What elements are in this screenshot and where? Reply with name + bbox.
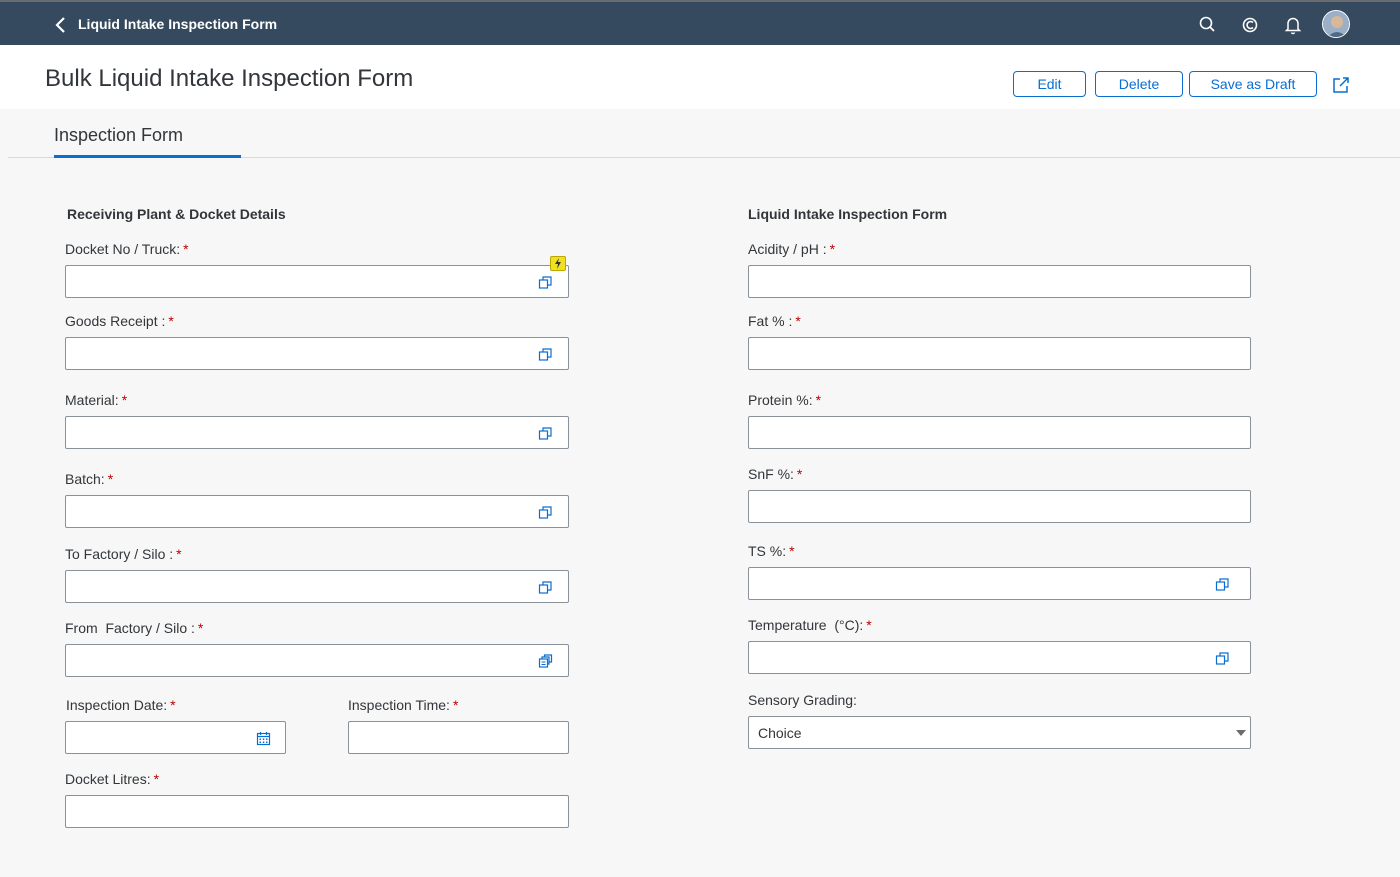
acidity-input[interactable] [748, 265, 1251, 298]
required-marker: * [153, 771, 160, 787]
inspection-time-label: Inspection Time: * [348, 697, 458, 713]
docket-litres-label-text: Docket Litres: [65, 771, 151, 787]
sensory-grading-value: Choice [758, 725, 802, 741]
value-help-icon[interactable] [538, 426, 553, 441]
tab-selected-indicator [54, 155, 241, 158]
fat-input[interactable] [748, 337, 1251, 370]
snf-label-text: SnF %: [748, 466, 794, 482]
bell-icon[interactable] [1283, 14, 1303, 36]
fat-label-text: Fat % : [748, 313, 793, 329]
value-help-icon[interactable] [1215, 577, 1230, 592]
required-marker: * [168, 313, 174, 329]
required-marker: * [815, 392, 822, 408]
required-marker: * [170, 697, 176, 713]
required-marker: * [795, 313, 801, 329]
back-icon[interactable] [52, 14, 70, 36]
docket-no-label: Docket No / Truck: * [65, 241, 189, 257]
required-marker: * [197, 620, 204, 636]
required-marker: * [789, 543, 795, 559]
inspection-date-label: Inspection Date: * [66, 697, 176, 713]
snf-label: SnF %: * [748, 466, 802, 482]
from-factory-label: From Factory / Silo : * [65, 620, 203, 636]
required-marker: * [866, 617, 872, 633]
batch-label-text: Batch: [65, 471, 105, 487]
acidity-label-text: Acidity / pH : [748, 241, 827, 257]
chevron-down-icon[interactable] [1236, 730, 1246, 736]
copilot-icon[interactable] [1240, 14, 1260, 36]
sensory-grading-label: Sensory Grading: [748, 692, 857, 708]
section-title-liquid-intake: Liquid Intake Inspection Form [748, 206, 948, 222]
inspection-date-label-text: Inspection Date: [66, 697, 168, 713]
required-marker: * [176, 546, 182, 562]
ts-label: TS %: * [748, 543, 795, 559]
value-help-icon[interactable] [1215, 651, 1230, 666]
page-title: Bulk Liquid Intake Inspection Form [45, 65, 414, 92]
required-marker: * [121, 392, 128, 408]
protein-input[interactable] [748, 416, 1251, 449]
temperature-label: Temperature (°C): * [748, 617, 872, 633]
to-factory-input[interactable] [65, 570, 569, 603]
docket-litres-label: Docket Litres: * [65, 771, 159, 787]
ts-label-text: TS %: [748, 543, 787, 559]
user-avatar-image [1323, 11, 1349, 37]
ts-input[interactable] [748, 567, 1251, 600]
protein-label: Protein %: * [748, 392, 821, 408]
tab-bar: Inspection Form [0, 109, 1400, 158]
share-icon[interactable] [1331, 75, 1351, 95]
docket-no-input[interactable] [65, 265, 569, 298]
inspection-time-input[interactable] [348, 721, 569, 754]
shell-bar: Liquid Intake Inspection Form [0, 0, 1400, 45]
acidity-label: Acidity / pH : * [748, 241, 835, 257]
required-marker: * [829, 241, 836, 257]
required-marker: * [107, 471, 114, 487]
value-help-icon[interactable] [538, 505, 553, 520]
to-factory-label: To Factory / Silo : * [65, 546, 182, 562]
material-input[interactable] [65, 416, 569, 449]
fat-label: Fat % : * [748, 313, 801, 329]
batch-input[interactable] [65, 495, 569, 528]
inspection-time-label-text: Inspection Time: [348, 697, 450, 713]
goods-receipt-label-text: Goods Receipt : [65, 313, 166, 329]
batch-label: Batch: * [65, 471, 113, 487]
snf-input[interactable] [748, 490, 1251, 523]
object-header: Bulk Liquid Intake Inspection Form Edit … [0, 45, 1400, 109]
tab-inspection-form[interactable]: Inspection Form [54, 125, 183, 146]
temperature-input[interactable] [748, 641, 1251, 674]
sensory-grading-select[interactable]: Choice [748, 716, 1251, 749]
multi-value-help-icon[interactable] [538, 654, 553, 669]
material-label: Material: * [65, 392, 127, 408]
search-icon[interactable] [1197, 14, 1217, 36]
edit-button[interactable]: Edit [1013, 71, 1086, 97]
section-title-receiving-plant: Receiving Plant & Docket Details [67, 206, 286, 222]
value-help-icon[interactable] [538, 275, 553, 290]
from-factory-input[interactable] [65, 644, 569, 677]
value-help-icon[interactable] [538, 347, 553, 362]
docket-litres-input[interactable] [65, 795, 569, 828]
required-marker: * [796, 466, 803, 482]
shell-title: Liquid Intake Inspection Form [78, 16, 278, 32]
required-marker: * [452, 697, 459, 713]
docket-no-label-text: Docket No / Truck: [65, 241, 181, 257]
to-factory-label-text: To Factory / Silo : [65, 546, 174, 562]
material-label-text: Material: [65, 392, 119, 408]
delete-button[interactable]: Delete [1095, 71, 1183, 97]
protein-label-text: Protein %: [748, 392, 813, 408]
user-avatar[interactable] [1322, 10, 1350, 38]
required-marker: * [183, 241, 189, 257]
from-factory-label-text: From Factory / Silo : [65, 620, 195, 636]
goods-receipt-input[interactable] [65, 337, 569, 370]
calendar-icon[interactable] [256, 731, 271, 746]
goods-receipt-label: Goods Receipt : * [65, 313, 174, 329]
flash-icon [550, 256, 566, 271]
value-help-icon[interactable] [538, 580, 553, 595]
temperature-label-text: Temperature (°C): [748, 617, 864, 633]
inspection-date-picker[interactable] [65, 721, 286, 754]
save-as-draft-button[interactable]: Save as Draft [1189, 71, 1317, 97]
